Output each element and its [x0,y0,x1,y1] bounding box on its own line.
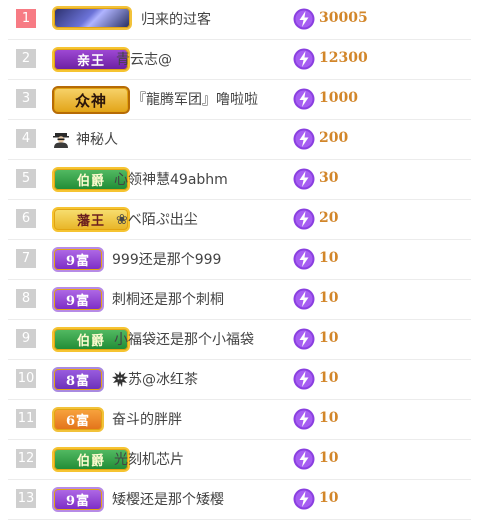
score-value: 10 [319,250,339,266]
score-value: 30 [319,170,339,186]
leaderboard-row[interactable]: 13 9富 矮樱还是那个矮樱 10 [8,480,471,520]
incognito-person-icon [53,133,69,148]
title-badge: 9富 [52,287,104,312]
lightning-orb-icon [293,88,315,110]
score-value: 30005 [319,10,368,26]
rank-number: 13 [16,489,36,508]
user-name[interactable]: 神秘人 [76,129,118,149]
rank-number: 8 [16,289,36,308]
leaderboard-row[interactable]: 4 神秘人 200 [8,120,471,160]
leaderboard-row[interactable]: 5 伯爵 心领神慧49abhm 30 [8,160,471,200]
title-badge: 众神 [52,86,130,114]
rank-number: 3 [16,89,36,108]
rank-number: 1 [16,9,36,28]
lightning-orb-icon [293,288,315,310]
score-value: 200 [319,130,349,146]
score-value: 10 [319,370,339,386]
lightning-orb-icon [293,408,315,430]
score-value: 20 [319,210,339,226]
leaderboard-row[interactable]: 12 伯爵 光刻机芯片 10 [8,440,471,480]
score-value: 10 [319,490,339,506]
lightning-orb-icon [293,248,315,270]
score-value: 10 [319,450,339,466]
score-value: 10 [319,290,339,306]
leaderboard-row[interactable]: 7 9富 999还是那个999 10 [8,240,471,280]
leaderboard-row[interactable]: 8 9富 刺桐还是那个刺桐 10 [8,280,471,320]
user-name[interactable]: 『龍腾军团』噜啦啦 [132,89,258,109]
title-badge: 9富 [52,247,104,272]
user-name[interactable]: 光刻机芯片 [114,449,184,469]
score-value: 10 [319,410,339,426]
user-name[interactable]: 奋斗的胖胖 [112,409,182,429]
user-name[interactable]: 999还是那个999 [112,249,221,269]
lightning-orb-icon [293,488,315,510]
leaderboard: 1 归来的过客 30005 2 亲王 青云志@ 12300 3 众神 『龍腾军团… [0,0,477,520]
rank-number: 6 [16,209,36,228]
leaderboard-row[interactable]: 9 伯爵 小福袋还是那个小福袋 10 [8,320,471,360]
lightning-orb-icon [293,368,315,390]
lightning-orb-icon [293,128,315,150]
leaderboard-row[interactable]: 10 8富 苏@冰红茶 10 [8,360,471,400]
user-name[interactable]: 心领神慧49abhm [114,169,228,189]
title-badge: 9富 [52,487,104,512]
rank-number: 7 [16,249,36,268]
score-value: 12300 [319,50,368,66]
leaderboard-row[interactable]: 6 藩王 ❀ベ陌ぷ出尘 20 [8,200,471,240]
user-name[interactable]: ❀ベ陌ぷ出尘 [116,209,198,229]
user-name[interactable]: 青云志@ [116,49,172,69]
spiky-creature-icon [112,371,128,387]
lightning-orb-icon [293,448,315,470]
user-name[interactable]: 苏@冰红茶 [128,369,198,389]
user-name[interactable]: 归来的过客 [141,9,211,29]
title-badge: 6富 [52,407,104,432]
score-value: 1000 [319,90,358,106]
leaderboard-row[interactable]: 1 归来的过客 30005 [8,0,471,40]
user-name[interactable]: 小福袋还是那个小福袋 [114,329,254,349]
galaxy-title-badge [52,6,132,30]
rank-number: 11 [16,409,36,428]
rank-number: 5 [16,169,36,188]
lightning-orb-icon [293,328,315,350]
rank-number: 2 [16,49,36,68]
title-badge: 8富 [52,367,104,392]
leaderboard-row[interactable]: 2 亲王 青云志@ 12300 [8,40,471,80]
lightning-orb-icon [293,168,315,190]
rank-number: 9 [16,329,36,348]
lightning-orb-icon [293,48,315,70]
rank-number: 4 [16,129,36,148]
leaderboard-row[interactable]: 11 6富 奋斗的胖胖 10 [8,400,471,440]
lightning-orb-icon [293,8,315,30]
user-name[interactable]: 刺桐还是那个刺桐 [112,289,224,309]
lightning-orb-icon [293,208,315,230]
leaderboard-row[interactable]: 3 众神 『龍腾军团』噜啦啦 1000 [8,80,471,120]
score-value: 10 [319,330,339,346]
rank-number: 12 [16,449,36,468]
user-name[interactable]: 矮樱还是那个矮樱 [112,489,224,509]
rank-number: 10 [16,369,36,388]
